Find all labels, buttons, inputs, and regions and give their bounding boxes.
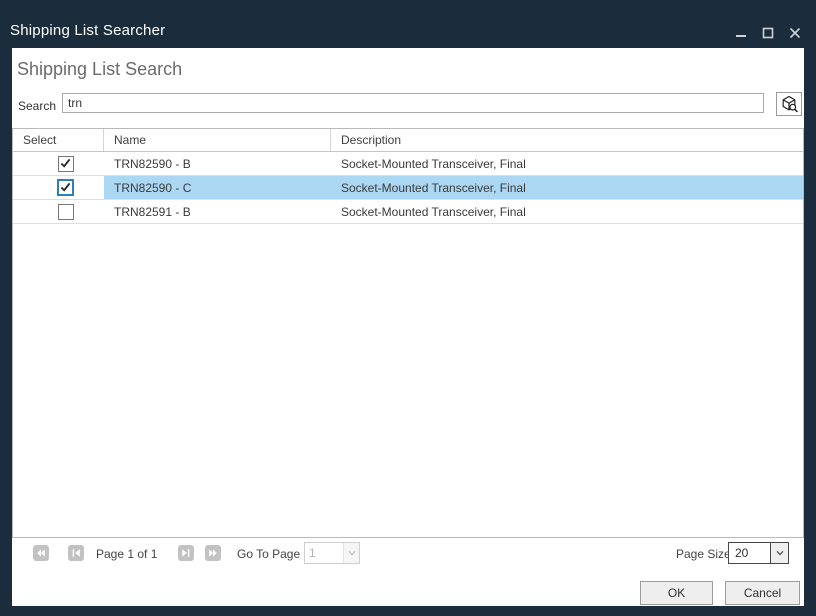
checkmark-icon	[60, 182, 71, 193]
ok-button[interactable]: OK	[640, 581, 713, 605]
close-icon	[789, 27, 801, 39]
table-header-row: Select Name Description	[13, 129, 803, 152]
column-header-select[interactable]: Select	[13, 129, 104, 151]
go-to-page-label: Go To Page	[237, 547, 300, 561]
search-label: Search	[18, 99, 56, 113]
shipping-list-searcher-window: Shipping List Searcher Shipping List Sea…	[0, 0, 816, 616]
go-to-page-dropdown-button[interactable]	[343, 543, 359, 563]
first-page-button[interactable]	[33, 545, 49, 561]
search-input[interactable]	[62, 93, 764, 113]
table-row[interactable]: TRN82590 - B Socket-Mounted Transceiver,…	[13, 152, 803, 176]
page-size-dropdown-button[interactable]	[770, 543, 788, 563]
select-cell	[13, 176, 104, 199]
row-checkbox[interactable]	[58, 204, 74, 220]
column-header-name[interactable]: Name	[104, 129, 331, 151]
table-row[interactable]: TRN82591 - B Socket-Mounted Transceiver,…	[13, 200, 803, 224]
chevron-down-icon	[775, 548, 785, 558]
page-size-value: 20	[729, 543, 770, 563]
search-button[interactable]	[776, 92, 802, 116]
description-cell: Socket-Mounted Transceiver, Final	[331, 176, 803, 199]
chevron-down-icon	[347, 548, 357, 558]
page-size-select[interactable]: 20	[728, 542, 789, 564]
name-cell: TRN82590 - C	[104, 176, 331, 199]
last-page-button[interactable]	[205, 545, 221, 561]
name-cell: TRN82591 - B	[104, 200, 331, 223]
table-row[interactable]: TRN82590 - C Socket-Mounted Transceiver,…	[13, 176, 803, 200]
go-to-page-input[interactable]	[305, 543, 343, 563]
next-page-icon	[180, 547, 192, 559]
page-status: Page 1 of 1	[96, 547, 157, 561]
first-page-icon	[35, 547, 47, 559]
maximize-icon	[762, 27, 774, 39]
minimize-button[interactable]	[734, 26, 748, 40]
maximize-button[interactable]	[761, 26, 775, 40]
close-button[interactable]	[788, 26, 802, 40]
column-header-description[interactable]: Description	[331, 129, 803, 151]
titlebar[interactable]: Shipping List Searcher	[0, 0, 816, 48]
minimize-icon	[735, 27, 747, 39]
go-to-page-combo	[304, 542, 360, 564]
name-cell: TRN82590 - B	[104, 152, 331, 175]
checkmark-icon	[60, 158, 71, 169]
next-page-button[interactable]	[178, 545, 194, 561]
cancel-button[interactable]: Cancel	[725, 581, 800, 605]
description-cell: Socket-Mounted Transceiver, Final	[331, 152, 803, 175]
row-checkbox[interactable]	[57, 179, 74, 196]
description-cell: Socket-Mounted Transceiver, Final	[331, 200, 803, 223]
page-size-label: Page Size	[676, 547, 731, 561]
last-page-icon	[207, 547, 219, 559]
window-controls	[734, 26, 802, 40]
window-title: Shipping List Searcher	[10, 22, 165, 39]
select-cell	[13, 152, 104, 175]
select-cell	[13, 200, 104, 223]
results-table: Select Name Description TRN82590 - B Soc…	[12, 128, 804, 538]
dialog-content: Shipping List Search Search Select Name …	[12, 48, 804, 606]
page-title: Shipping List Search	[17, 59, 182, 80]
cube-search-icon	[779, 94, 799, 114]
row-checkbox[interactable]	[58, 156, 74, 172]
previous-page-icon	[70, 547, 82, 559]
previous-page-button[interactable]	[68, 545, 84, 561]
